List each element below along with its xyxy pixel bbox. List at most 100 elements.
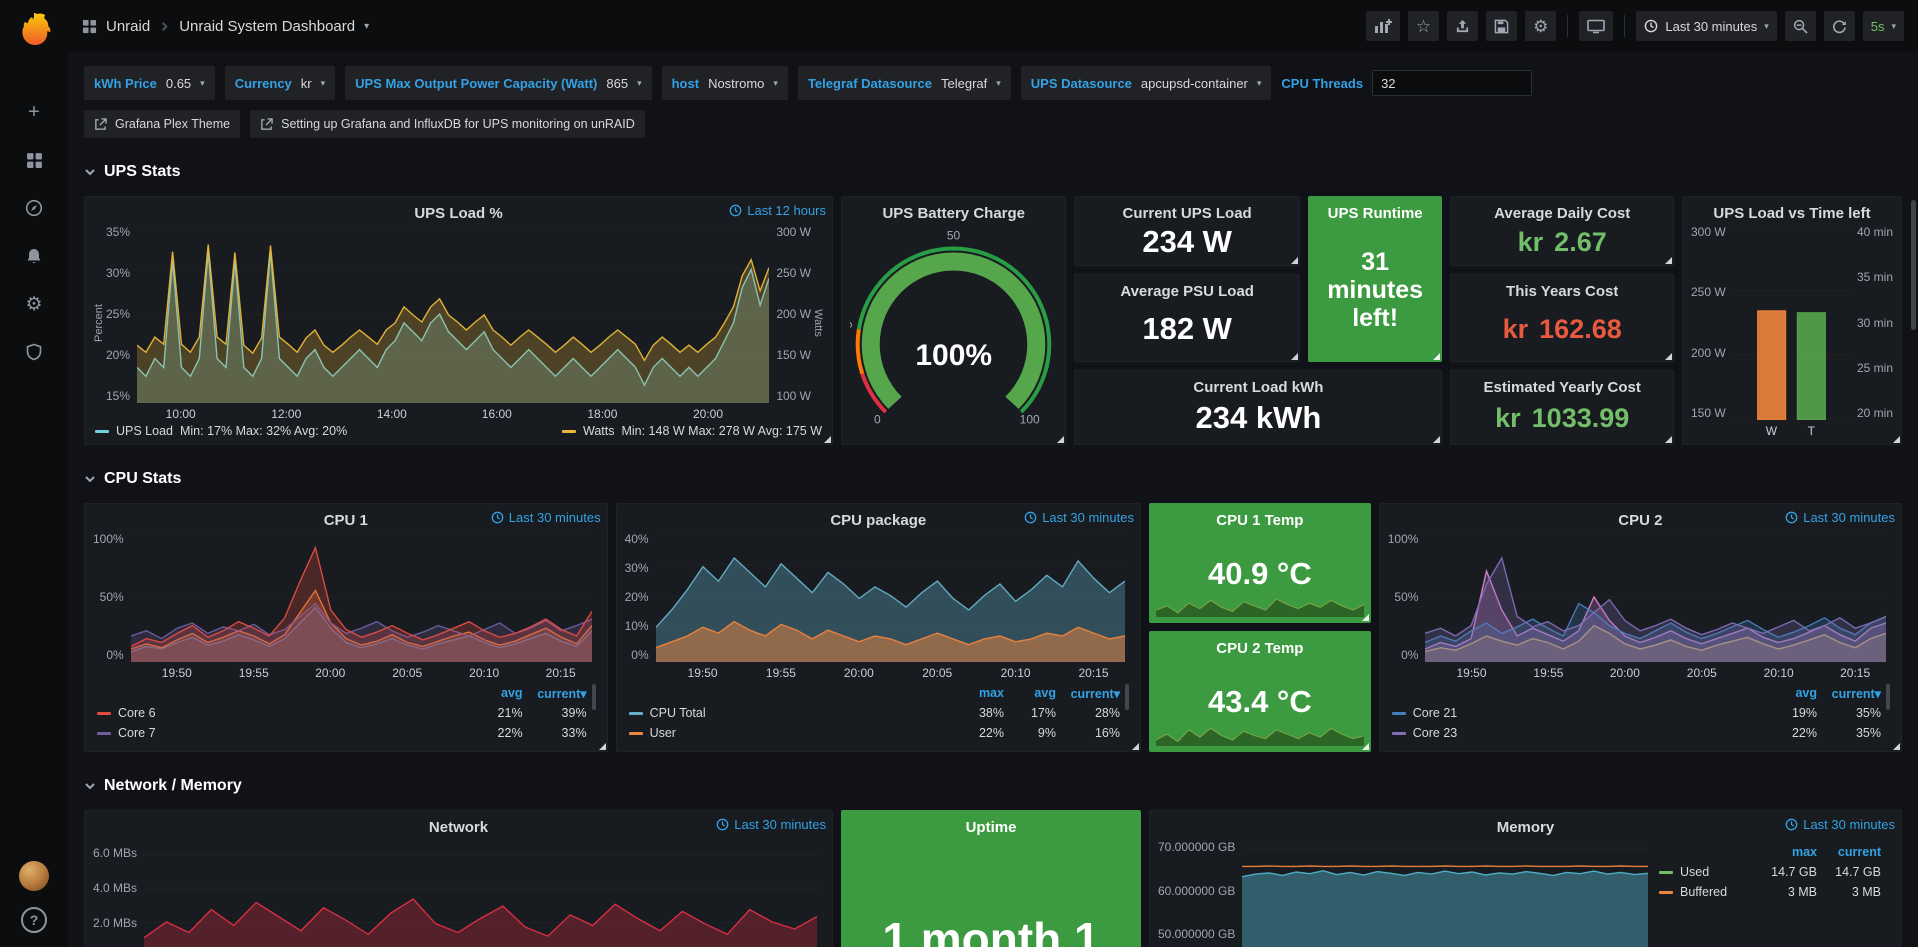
panel-title[interactable]: UPS Runtime: [1328, 205, 1423, 222]
legend-table: avg current▾ Core 6 21% 39% Core 7 22% 3…: [93, 682, 599, 745]
legend-item[interactable]: UPS Load Min: 17% Max: 32% Avg: 20%: [95, 424, 347, 438]
caret-down-icon: ▾: [996, 78, 1001, 89]
refresh-button[interactable]: [1824, 11, 1855, 41]
panel-title[interactable]: UPS Load %: [414, 205, 502, 222]
dashboard-title[interactable]: Unraid System Dashboard: [179, 18, 355, 35]
help-button[interactable]: ?: [21, 907, 47, 933]
ups-load-chart[interactable]: 35%30%25%20%15%300 W250 W200 W150 W100 W…: [93, 225, 824, 421]
chart-svg: [1242, 839, 1648, 947]
variable-host[interactable]: host Nostromo ▾: [662, 66, 788, 100]
variable-ups-datasource[interactable]: UPS Datasource apcupsd-container ▾: [1021, 66, 1272, 100]
share-button[interactable]: [1447, 11, 1478, 41]
panel-time-badge[interactable]: Last 30 minutes: [716, 817, 826, 832]
legend-row[interactable]: User 22% 9% 16%: [629, 723, 1120, 743]
network-chart[interactable]: 6.0 MBs4.0 MBs2.0 MBs2.0 MBs: [93, 839, 824, 947]
section-ups-stats[interactable]: UPS Stats: [84, 158, 1902, 186]
refresh-interval-picker[interactable]: 5s ▾: [1863, 11, 1904, 41]
section-network-memory[interactable]: Network / Memory: [84, 772, 1902, 800]
panel-title[interactable]: CPU 1: [324, 512, 368, 529]
save-button[interactable]: [1486, 11, 1517, 41]
time-range-picker[interactable]: Last 30 minutes ▾: [1636, 11, 1776, 41]
ups-load-time-left-chart[interactable]: 300 W250 W200 W150 W40 min35 min30 min25…: [1691, 225, 1893, 438]
user-avatar[interactable]: [19, 861, 49, 891]
panel-time-badge[interactable]: Last 30 minutes: [1785, 817, 1895, 832]
panel-time-badge[interactable]: Last 12 hours: [729, 203, 826, 218]
panel-title[interactable]: CPU 2: [1618, 512, 1662, 529]
panel-title[interactable]: CPU 2 Temp: [1216, 640, 1303, 657]
x-axis-tick-label: 20:15: [1079, 666, 1109, 680]
panel-title[interactable]: Current UPS Load: [1123, 205, 1252, 222]
panel-title[interactable]: Estimated Yearly Cost: [1484, 379, 1641, 396]
grafana-logo[interactable]: [14, 10, 54, 50]
chart-svg: [144, 839, 817, 947]
legend-col-current[interactable]: current▾: [523, 686, 587, 701]
legend-col-max[interactable]: max: [1759, 845, 1817, 859]
cpu-package-chart[interactable]: 40%30%20%10%0%19:5019:5520:0020:0520:102…: [625, 532, 1132, 680]
explore-button[interactable]: [12, 192, 56, 224]
panel-title[interactable]: This Years Cost: [1506, 283, 1618, 300]
variable-currency[interactable]: Currency kr ▾: [225, 66, 335, 100]
panel-time-badge[interactable]: Last 30 minutes: [1024, 510, 1134, 525]
link-grafana-plex-theme[interactable]: Grafana Plex Theme: [84, 110, 240, 138]
series-name: UPS Load: [116, 424, 173, 438]
legend-col-avg[interactable]: avg: [1759, 686, 1817, 700]
panel-time-badge[interactable]: Last 30 minutes: [1785, 510, 1895, 525]
legend-row[interactable]: Core 7 22% 33%: [97, 723, 587, 743]
add-panel-button[interactable]: [1366, 11, 1400, 41]
memory-chart[interactable]: 70.000000 GB60.000000 GB50.000000 GB50.0…: [1158, 839, 1655, 947]
panel-title[interactable]: Average Daily Cost: [1494, 205, 1630, 222]
legend-row[interactable]: Used 14.7 GB 14.7 GB: [1659, 862, 1881, 882]
star-icon: ☆: [1416, 18, 1431, 35]
dashboards-button[interactable]: [12, 144, 56, 176]
legend-col-current[interactable]: current▾: [1056, 686, 1120, 701]
legend-header-row: avg current▾: [1392, 683, 1881, 703]
legend-col-avg[interactable]: avg: [1004, 686, 1056, 700]
breadcrumb-folder[interactable]: Unraid: [106, 18, 150, 35]
legend-col-avg[interactable]: avg: [465, 686, 523, 700]
battery-gauge[interactable]: 02050100100%: [850, 225, 1057, 441]
legend-row[interactable]: Buffered 3 MB 3 MB: [1659, 882, 1881, 902]
variable-kwh-price[interactable]: kWh Price 0.65 ▾: [84, 66, 215, 100]
panel-title[interactable]: UPS Battery Charge: [882, 205, 1025, 222]
panel-title[interactable]: CPU package: [830, 512, 926, 529]
panel-title[interactable]: Average PSU Load: [1120, 283, 1254, 300]
zoom-out-button[interactable]: [1785, 11, 1816, 41]
alerting-button[interactable]: [12, 240, 56, 272]
panel-title[interactable]: UPS Load vs Time left: [1713, 205, 1870, 222]
panel-title[interactable]: Uptime: [966, 819, 1017, 836]
variable-telegraf-datasource[interactable]: Telegraf Datasource Telegraf ▾: [798, 66, 1011, 100]
create-button[interactable]: +: [12, 96, 56, 128]
panel-title[interactable]: Network: [429, 819, 488, 836]
configuration-button[interactable]: ⚙: [12, 288, 56, 320]
caret-down-icon[interactable]: ▾: [364, 21, 369, 32]
variable-label: kWh Price: [94, 76, 157, 91]
svg-text:100: 100: [1020, 413, 1040, 427]
panel-time-badge[interactable]: Last 30 minutes: [491, 510, 601, 525]
refresh-icon: [1832, 19, 1847, 34]
x-axis-tick-label: 20:00: [844, 666, 874, 680]
legend-col-current[interactable]: current▾: [1817, 686, 1881, 701]
dashboard-settings-button[interactable]: ⚙: [1525, 11, 1556, 41]
variable-ups-max-output[interactable]: UPS Max Output Power Capacity (Watt) 865…: [345, 66, 651, 100]
server-admin-button[interactable]: [12, 336, 56, 368]
cycle-view-button[interactable]: [1579, 11, 1613, 41]
legend-item[interactable]: Watts Min: 148 W Max: 278 W Avg: 175 W: [562, 424, 822, 438]
cpu-threads-input[interactable]: [1372, 70, 1532, 96]
panel-title[interactable]: CPU 1 Temp: [1216, 512, 1303, 529]
section-cpu-stats[interactable]: CPU Stats: [84, 465, 1902, 493]
zoom-out-icon: [1793, 19, 1808, 34]
clock-icon: [491, 511, 504, 524]
star-button[interactable]: ☆: [1408, 11, 1439, 41]
legend-col-max[interactable]: max: [952, 686, 1004, 700]
cpu1-chart[interactable]: 100%50%0%19:5019:5520:0020:0520:1020:15: [93, 532, 599, 680]
legend-row[interactable]: Core 21 19% 35%: [1392, 703, 1881, 723]
cpu2-chart[interactable]: 100%50%0%19:5019:5520:0020:0520:1020:15: [1388, 532, 1893, 680]
legend-col-current[interactable]: current: [1817, 845, 1881, 859]
legend-row[interactable]: Core 23 22% 35%: [1392, 723, 1881, 743]
legend-row[interactable]: CPU Total 38% 17% 28%: [629, 703, 1120, 723]
panel-title[interactable]: Memory: [1497, 819, 1555, 836]
panel-title[interactable]: Current Load kWh: [1193, 379, 1323, 396]
link-ups-monitoring-guide[interactable]: Setting up Grafana and InfluxDB for UPS …: [250, 110, 645, 138]
dashboard-scrollbar[interactable]: [1911, 200, 1916, 330]
legend-row[interactable]: Core 6 21% 39%: [97, 703, 587, 723]
